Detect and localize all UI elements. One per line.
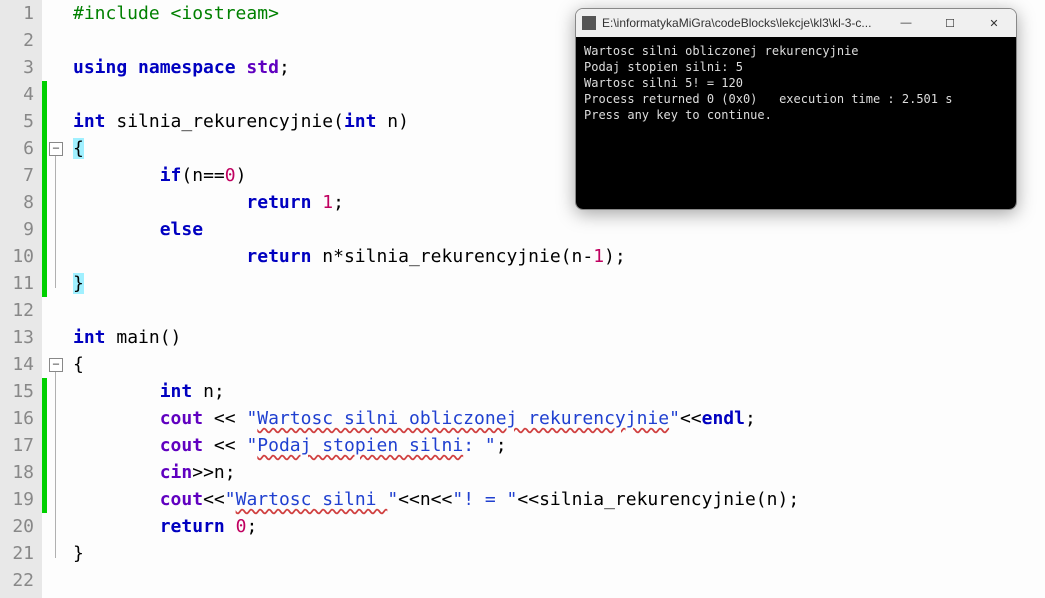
code-line[interactable]: cin>>n; [73,459,1045,486]
line-number: 15 [4,378,34,405]
line-number: 14 [4,351,34,378]
line-number: 1 [4,0,34,27]
line-number: 9 [4,216,34,243]
code-line[interactable]: } [73,270,1045,297]
terminal-window[interactable]: E:\informatykaMiGra\codeBlocks\lekcje\kl… [575,8,1017,210]
code-line[interactable]: int n; [73,378,1045,405]
code-line[interactable]: } [73,540,1045,567]
fold-toggle[interactable]: − [49,358,63,372]
maximize-button[interactable]: ☐ [928,9,972,37]
code-line[interactable]: return 0; [73,513,1045,540]
code-line[interactable]: int main() [73,324,1045,351]
line-number: 16 [4,405,34,432]
fold-toggle[interactable]: − [49,142,63,156]
fold-guide [55,369,56,558]
line-number: 22 [4,567,34,594]
code-line[interactable]: cout<<"Wartosc silni "<<n<<"! = "<<silni… [73,486,1045,513]
code-line[interactable]: cout << "Wartosc silni obliczonej rekure… [73,405,1045,432]
line-number: 11 [4,270,34,297]
line-number: 20 [4,513,34,540]
line-number: 8 [4,189,34,216]
minimize-button[interactable]: — [884,9,928,37]
code-line[interactable]: { [73,351,1045,378]
line-number: 5 [4,108,34,135]
line-number-gutter: 12345678910111213141516171819202122 [0,0,42,598]
line-number: 4 [4,81,34,108]
line-number: 7 [4,162,34,189]
code-line[interactable]: return n*silnia_rekurencyjnie(n-1); [73,243,1045,270]
line-number: 18 [4,459,34,486]
line-number: 6 [4,135,34,162]
terminal-icon [582,16,596,30]
terminal-title-text: E:\informatykaMiGra\codeBlocks\lekcje\kl… [602,16,884,30]
line-number: 19 [4,486,34,513]
fold-guide [55,153,56,288]
terminal-output: Wartosc silni obliczonej rekurencyjnie P… [576,37,1016,209]
code-line[interactable] [73,297,1045,324]
close-button[interactable]: ✕ [972,9,1016,37]
fold-strip: −− [47,0,67,598]
code-line[interactable] [73,567,1045,594]
line-number: 17 [4,432,34,459]
terminal-titlebar[interactable]: E:\informatykaMiGra\codeBlocks\lekcje\kl… [576,9,1016,37]
line-number: 13 [4,324,34,351]
line-number: 10 [4,243,34,270]
line-number: 3 [4,54,34,81]
code-line[interactable]: else [73,216,1045,243]
line-number: 12 [4,297,34,324]
line-number: 21 [4,540,34,567]
code-line[interactable]: cout << "Podaj stopien silni: "; [73,432,1045,459]
line-number: 2 [4,27,34,54]
